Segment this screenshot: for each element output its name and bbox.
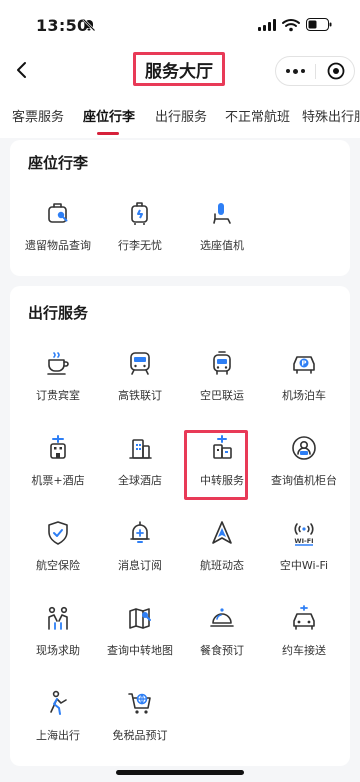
status-time: 13:50 xyxy=(36,16,89,35)
battery-icon xyxy=(306,18,332,31)
hotel-icon xyxy=(127,435,153,461)
service-transfer-map[interactable]: 查询中转地图 xyxy=(98,605,182,675)
section-card-travel-service: 出行服务 订贵宾室 高铁联订 空巴联运 P 机场泊车 机票+酒店 全球酒店 中转… xyxy=(10,286,350,766)
service-label: 现场求助 xyxy=(36,644,80,657)
svg-text:P: P xyxy=(301,360,306,368)
section-title: 座位行李 xyxy=(28,154,89,172)
service-label: 约车接送 xyxy=(282,644,326,657)
service-label: 选座值机 xyxy=(200,239,244,252)
meal-cloche-icon xyxy=(209,605,235,631)
service-label: 行李无忧 xyxy=(118,239,162,252)
nav-bar: 服务大厅 xyxy=(0,46,360,94)
service-air-bus[interactable]: 空巴联运 xyxy=(180,350,264,420)
wifi-icon: WI-FI xyxy=(291,520,317,546)
checkin-counter-icon xyxy=(291,435,317,461)
service-insurance[interactable]: 航空保险 xyxy=(16,520,100,590)
flight-status-icon xyxy=(209,520,235,546)
service-label: 空中Wi-Fi xyxy=(279,559,329,572)
highlight-box xyxy=(184,430,248,500)
home-indicator xyxy=(116,770,244,775)
service-global-hotel[interactable]: 全球酒店 xyxy=(98,435,182,505)
service-flight-hotel[interactable]: 机票+酒店 xyxy=(16,435,100,505)
service-shanghai-travel[interactable]: 上海出行 xyxy=(16,690,100,760)
service-label: 消息订阅 xyxy=(118,559,162,572)
service-label: 航班动态 xyxy=(200,559,244,572)
service-meal-booking[interactable]: 餐食预订 xyxy=(180,605,264,675)
service-luggage-care[interactable]: 行李无忧 xyxy=(98,200,182,270)
service-lounge[interactable]: 订贵宾室 xyxy=(16,350,100,420)
bell-icon xyxy=(127,520,153,546)
lost-bag-search-icon xyxy=(45,200,71,226)
service-car-pickup[interactable]: 约车接送 xyxy=(262,605,346,675)
service-label: 查询值机柜台 xyxy=(271,474,337,487)
seat-checkin-icon xyxy=(209,200,235,226)
service-checkin-counter[interactable]: 查询值机柜台 xyxy=(262,435,346,505)
target-close-icon xyxy=(327,62,344,80)
category-tabs: 客票服务 座位行李 出行服务 不正常航班 特殊出行服务 xyxy=(0,94,360,138)
wifi-signal-icon xyxy=(282,18,300,32)
svg-text:WI-FI: WI-FI xyxy=(294,537,313,545)
lounge-cup-icon xyxy=(45,350,71,376)
service-label: 订贵宾室 xyxy=(36,389,80,402)
service-label: 航空保险 xyxy=(36,559,80,572)
service-label: 遗留物品查询 xyxy=(25,239,91,252)
tab-irregular-flight[interactable]: 不正常航班 xyxy=(225,106,290,125)
service-onsite-help[interactable]: 现场求助 xyxy=(16,605,100,675)
close-mini-program-button[interactable] xyxy=(316,57,355,85)
service-label: 高铁联订 xyxy=(118,389,162,402)
service-label: 机场泊车 xyxy=(282,389,326,402)
service-label: 全球酒店 xyxy=(118,474,162,487)
service-label: 空巴联运 xyxy=(200,389,244,402)
service-seat-checkin[interactable]: 选座值机 xyxy=(180,200,264,270)
service-message-subscribe[interactable]: 消息订阅 xyxy=(98,520,182,590)
tab-seat-baggage[interactable]: 座位行李 xyxy=(83,106,135,125)
back-button[interactable] xyxy=(8,56,36,84)
service-flight-status[interactable]: 航班动态 xyxy=(180,520,264,590)
service-duty-free[interactable]: 免税品预订 xyxy=(98,690,182,760)
service-label: 餐食预订 xyxy=(200,644,244,657)
tab-ticket-service[interactable]: 客票服务 xyxy=(12,106,64,125)
luggage-care-icon xyxy=(127,200,153,226)
service-label: 机票+酒店 xyxy=(31,474,85,487)
parking-icon: P xyxy=(291,350,317,376)
status-bar: 13:50 xyxy=(0,0,360,46)
section-card-seat-baggage: 座位行李 遗留物品查询 行李无忧 选座值机 xyxy=(10,140,350,276)
tab-special-travel[interactable]: 特殊出行服务 xyxy=(302,106,360,125)
active-tab-indicator xyxy=(97,132,119,135)
train-icon xyxy=(127,350,153,376)
mini-program-capsule xyxy=(275,56,355,86)
bus-icon xyxy=(209,350,235,376)
service-label: 上海出行 xyxy=(36,729,80,742)
map-search-icon xyxy=(127,605,153,631)
help-people-icon xyxy=(45,605,71,631)
page-title: 服务大厅 xyxy=(133,52,225,86)
car-icon xyxy=(291,605,317,631)
service-inflight-wifi[interactable]: WI-FI 空中Wi-Fi xyxy=(262,520,346,590)
section-title: 出行服务 xyxy=(28,304,89,322)
service-train[interactable]: 高铁联订 xyxy=(98,350,182,420)
service-airport-parking[interactable]: P 机场泊车 xyxy=(262,350,346,420)
chevron-left-icon xyxy=(17,62,26,78)
cellular-signal-icon xyxy=(258,19,276,31)
more-menu-button[interactable] xyxy=(276,57,315,85)
shanghai-travel-icon xyxy=(45,690,71,716)
tab-travel-service[interactable]: 出行服务 xyxy=(155,106,207,125)
service-lost-items[interactable]: 遗留物品查询 xyxy=(16,200,100,270)
bell-muted-icon xyxy=(82,18,96,32)
duty-free-cart-icon xyxy=(127,690,153,716)
flight-hotel-icon xyxy=(45,435,71,461)
service-label: 免税品预订 xyxy=(112,729,168,742)
service-label: 查询中转地图 xyxy=(107,644,173,657)
shield-icon xyxy=(45,520,71,546)
